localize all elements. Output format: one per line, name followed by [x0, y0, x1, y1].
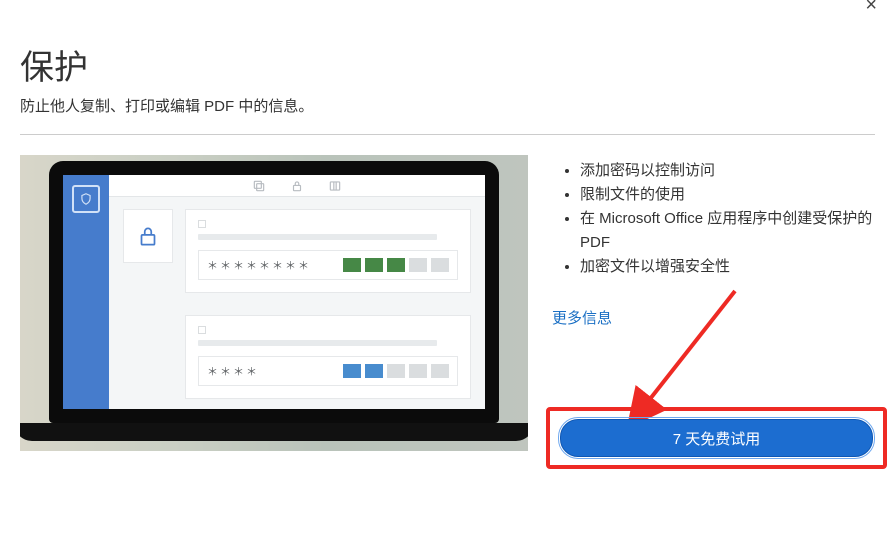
strength-meter [343, 364, 449, 378]
password-card: ＊＊＊＊＊＊＊＊ [185, 209, 471, 293]
divider [20, 134, 875, 135]
copy-icon [252, 179, 266, 193]
password-card: ＊＊＊＊ [185, 315, 471, 399]
lock-icon [135, 223, 161, 249]
free-trial-button[interactable]: 7 天免费试用 [560, 419, 873, 457]
page-subtitle: 防止他人复制、打印或编辑 PDF 中的信息。 [20, 95, 875, 116]
page-title: 保护 [20, 40, 875, 89]
cta-highlight: 7 天免费试用 [546, 407, 887, 469]
password-dots: ＊＊＊＊ [207, 363, 333, 379]
strength-meter [343, 258, 449, 272]
lock-icon [290, 179, 304, 193]
shield-icon [72, 185, 100, 213]
more-info-link[interactable]: 更多信息 [552, 307, 612, 328]
annotation-arrow-icon [625, 285, 745, 425]
close-icon[interactable]: × [865, 0, 877, 17]
hero-illustration: ＊＊＊＊＊＊＊＊ [20, 155, 528, 451]
dialog-body: 保护 防止他人复制、打印或编辑 PDF 中的信息。 [0, 0, 895, 471]
lock-card [123, 209, 173, 263]
content-row: ＊＊＊＊＊＊＊＊ [20, 155, 875, 451]
feature-list: 添加密码以控制访问 限制文件的使用 在 Microsoft Office 应用程… [552, 159, 875, 279]
list-item: 在 Microsoft Office 应用程序中创建受保护的 PDF [580, 207, 875, 255]
list-item: 限制文件的使用 [580, 183, 875, 207]
features-panel: 添加密码以控制访问 限制文件的使用 在 Microsoft Office 应用程… [552, 155, 875, 451]
list-item: 加密文件以增强安全性 [580, 255, 875, 279]
password-dots: ＊＊＊＊＊＊＊＊ [207, 257, 333, 273]
list-item: 添加密码以控制访问 [580, 159, 875, 183]
columns-icon [328, 179, 342, 193]
